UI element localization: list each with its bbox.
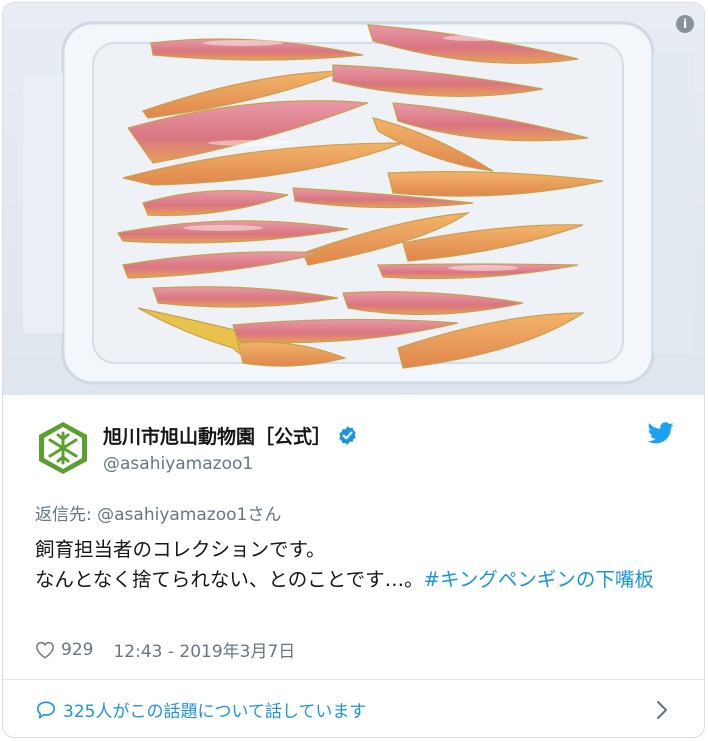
conversation-link[interactable]: 325人がこの話題について話しています [3,679,704,737]
heart-icon[interactable] [35,641,55,659]
timestamp[interactable]: 12:43 - 2019年3月7日 [113,637,295,662]
tweet-text-line-2-body: なんとなく捨てられない、とのことです…。 [35,568,424,591]
like-count[interactable]: 929 [61,640,93,660]
info-icon[interactable]: i [676,15,694,33]
twitter-bird-icon[interactable] [648,422,674,444]
tweet-card: i 旭川市旭山動物園［公式］ @asahiyamazoo1 返信先: @asah… [2,2,705,738]
photo-penguin-beak-plates [3,3,704,394]
tweet-meta: 929 12:43 - 2019年3月7日 [35,637,295,662]
tweet-text-line-1: 飼育担当者のコレクションです。 [35,538,326,561]
tweet-header: 旭川市旭山動物園［公式］ @asahiyamazoo1 [35,420,674,480]
avatar[interactable] [35,420,91,476]
display-name[interactable]: 旭川市旭山動物園［公式］ [103,422,358,449]
tweet-text-line-2: なんとなく捨てられない、とのことです…。#キングペンギンの下嘴板 [35,565,675,595]
speech-bubble-icon [37,700,56,719]
chevron-right-icon[interactable] [656,700,668,720]
user-handle[interactable]: @asahiyamazoo1 [103,454,358,474]
user-names: 旭川市旭山動物園［公式］ @asahiyamazoo1 [103,422,358,474]
hashtag-link[interactable]: #キングペンギンの下嘴板 [424,568,654,591]
display-name-text[interactable]: 旭川市旭山動物園［公式］ [103,422,331,449]
tweet-text: 飼育担当者のコレクションです。 なんとなく捨てられない、とのことです…。#キング… [35,535,675,595]
conversation-count-text[interactable]: 325人がこの話題について話しています [63,697,366,722]
verified-badge-icon [339,426,356,445]
tweet-photo[interactable]: i [3,3,704,395]
reply-to-line[interactable]: 返信先: @asahiyamazoo1さん [35,500,281,525]
